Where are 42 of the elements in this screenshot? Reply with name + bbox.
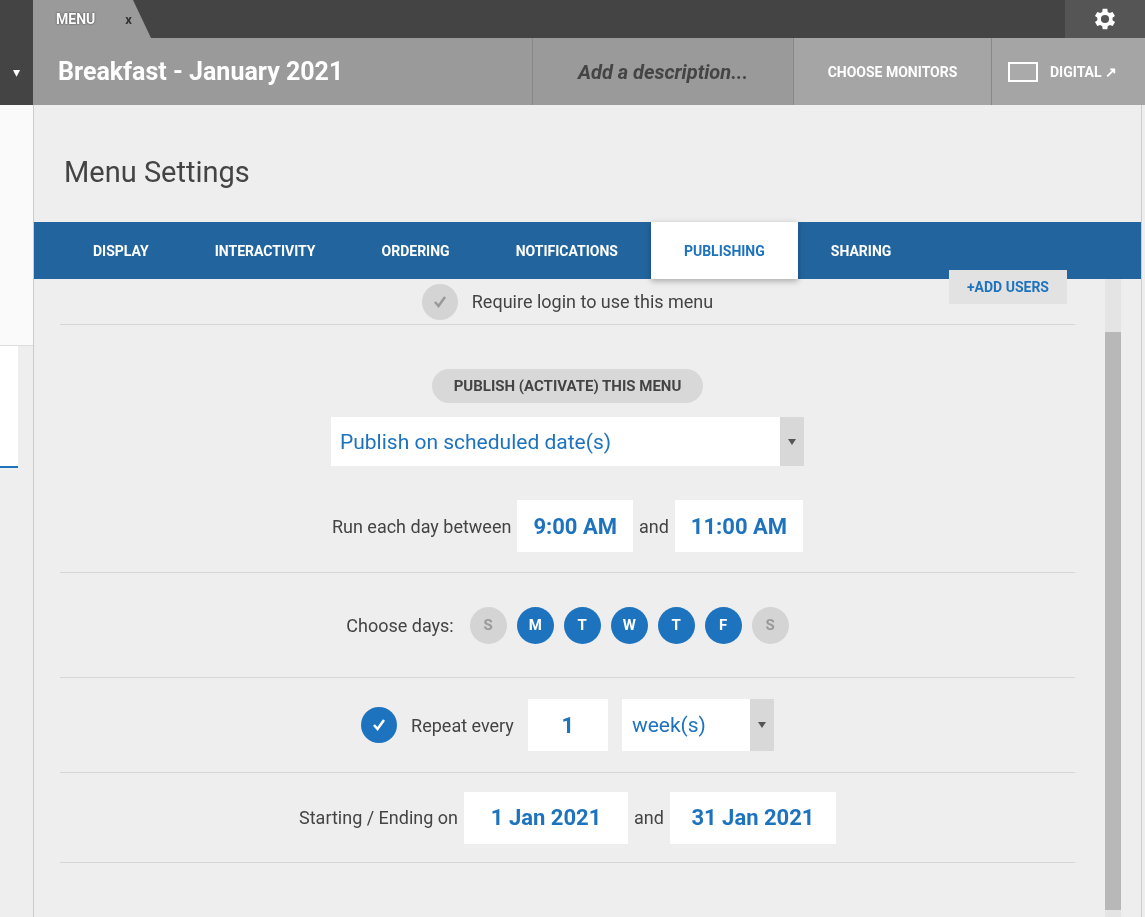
caret-icon [757, 722, 766, 728]
and-label: and [634, 807, 664, 828]
menu-tab[interactable]: MENU x [33, 0, 151, 38]
monitor-icon [1008, 61, 1038, 82]
day-toggle[interactable]: F [704, 606, 742, 644]
and-label: and [638, 515, 669, 537]
checkbox[interactable] [421, 283, 458, 320]
repeat-label: Repeat every [411, 714, 514, 736]
start-date-field[interactable]: 1 Jan 2021 [464, 791, 629, 844]
dates-label: Starting / Ending on [299, 807, 459, 828]
day-toggle[interactable]: T [563, 606, 601, 644]
run-each-day-label: Run each day between [331, 515, 512, 537]
check-icon [372, 718, 387, 732]
day-toggle[interactable]: M [516, 606, 554, 644]
scrollbar-thumb[interactable] [1105, 332, 1121, 910]
close-button[interactable]: x [125, 11, 132, 27]
settings-tab[interactable]: PUBLISHING [650, 222, 798, 279]
settings-button[interactable] [1065, 0, 1145, 38]
settings-tab[interactable]: INTERACTIVITY [181, 222, 349, 279]
day-toggle[interactable]: T [657, 606, 695, 644]
settings-tab[interactable]: SHARING [797, 222, 925, 279]
repeat-count-field[interactable]: 1 [527, 699, 608, 751]
publish-mode-dropdown[interactable]: Publish on scheduled date(s) [331, 417, 804, 466]
settings-tab[interactable]: ORDERING [348, 222, 483, 279]
checkbox[interactable] [361, 707, 398, 743]
start-time-field[interactable]: 9:00 AM [517, 500, 633, 552]
panel-title: Menu Settings [63, 154, 251, 191]
check-icon [432, 294, 447, 309]
caret-icon [788, 438, 796, 445]
require-login-label: Require login to use this menu [471, 291, 714, 312]
add-users-button[interactable]: +ADD USERS [948, 270, 1067, 304]
end-date-field[interactable]: 31 Jan 2021 [669, 791, 836, 844]
menu-title: Breakfast - January 2021 [57, 56, 345, 88]
repeat-unit-dropdown[interactable]: week(s) [621, 699, 774, 751]
day-toggle[interactable]: W [610, 606, 648, 644]
publish-heading: PUBLISH (ACTIVATE) THIS MENU [431, 369, 704, 403]
dropdown-toggle[interactable]: ▾ [0, 38, 33, 105]
end-time-field[interactable]: 11:00 AM [674, 500, 804, 552]
tab-label: MENU [56, 11, 96, 27]
settings-tab[interactable]: NOTIFICATIONS [482, 222, 651, 279]
choose-days-label: Choose days: [346, 614, 454, 636]
settings-tab[interactable]: DISPLAY [60, 222, 182, 279]
